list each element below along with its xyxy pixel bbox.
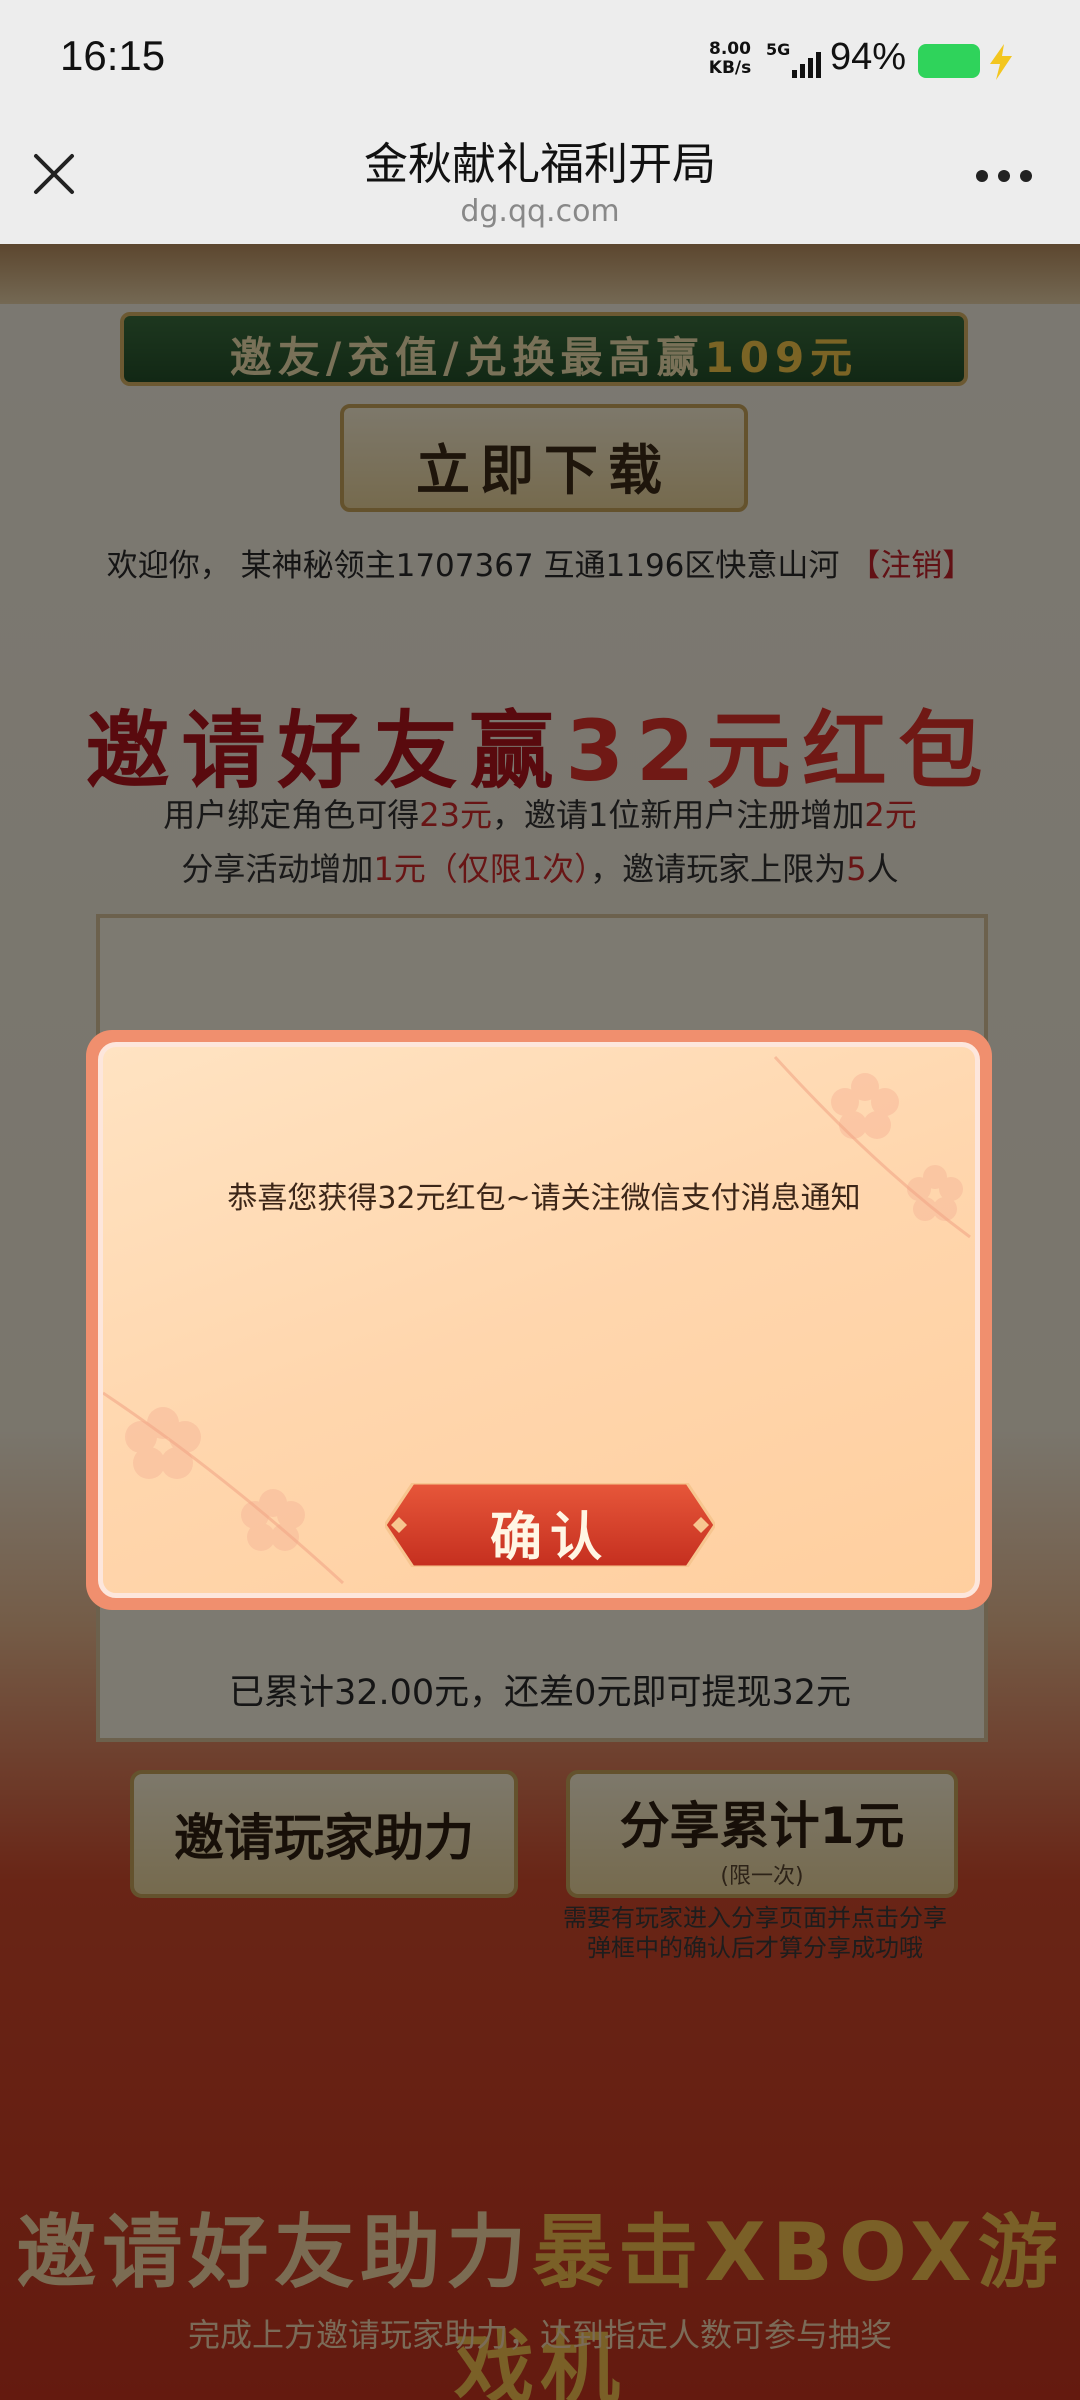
- plum-blossom-icon: [773, 1055, 971, 1239]
- status-time: 16:15: [60, 32, 166, 79]
- network-speed-unit: KB/s: [708, 58, 752, 78]
- dialog-panel: 恭喜您获得32元红包~请关注微信支付消息通知 确认: [98, 1042, 980, 1598]
- signal-icon: [792, 52, 821, 78]
- battery-percent: 94%: [830, 36, 907, 78]
- more-icon[interactable]: [976, 170, 1032, 184]
- reward-dialog: 恭喜您获得32元红包~请关注微信支付消息通知 确认: [86, 1030, 992, 1610]
- confirm-button-label: 确认: [489, 1508, 610, 1568]
- confirm-button[interactable]: 确认: [385, 1483, 715, 1568]
- page-domain: dg.qq.com: [460, 194, 620, 229]
- page-title: 金秋献礼福利开局: [364, 139, 716, 190]
- battery-icon: [918, 44, 980, 78]
- network-speed-value: 8.00: [709, 39, 751, 59]
- network-speed: 8.00 KB/s: [706, 40, 754, 78]
- network-type: 5G: [766, 40, 791, 59]
- plum-blossom-icon: [103, 1391, 345, 1585]
- dialog-message: 恭喜您获得32元红包~请关注微信支付消息通知: [227, 1181, 861, 1216]
- charging-icon: [990, 44, 1012, 80]
